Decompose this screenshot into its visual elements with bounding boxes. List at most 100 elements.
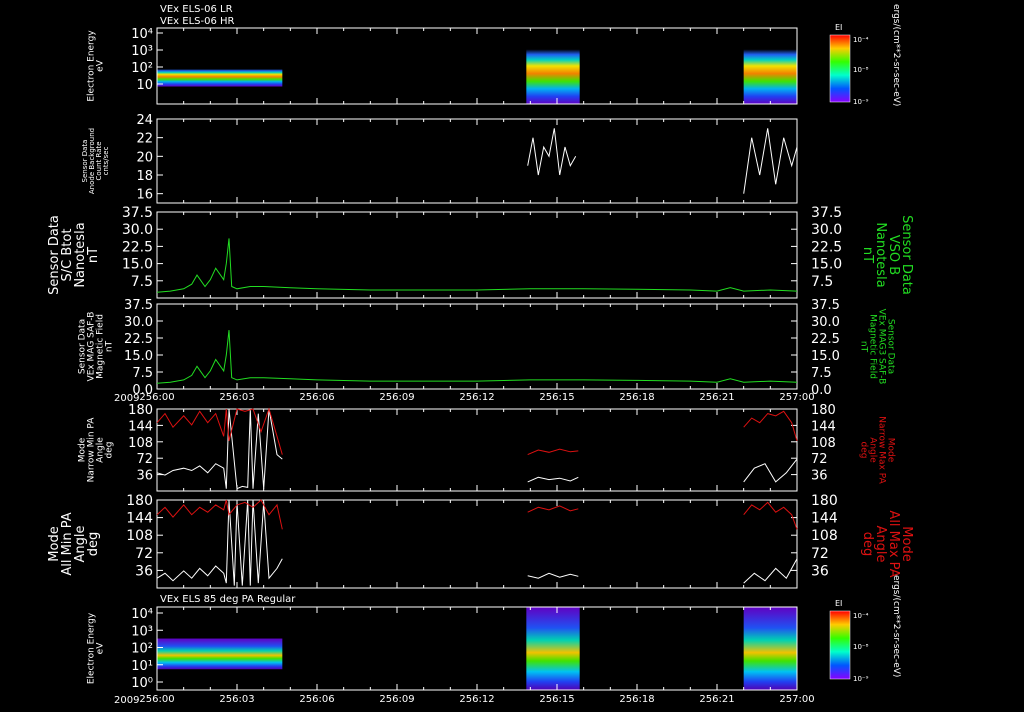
mag_field-ytick-label-right-4: 7.5 xyxy=(811,366,832,381)
time-tick-label-1-0: 256:00 xyxy=(139,694,174,705)
all_pa-ytick-label-left-2: 108 xyxy=(126,528,153,544)
all_pa-ytick-label-right-4: 36 xyxy=(811,563,829,579)
time-tick-label-0-6: 256:18 xyxy=(619,392,654,403)
narrow_pa-ytick-label-right-1: 144 xyxy=(811,419,836,434)
time-tick-label-1-1: 256:03 xyxy=(219,694,254,705)
mag_field-ytick-label-left-3: 15.0 xyxy=(124,349,153,364)
anode_bg-ytick-label-left-1: 22 xyxy=(136,132,153,147)
anode_bg-series-0-seg-0 xyxy=(527,128,577,176)
colorbar-bottom-tick-3: 10⁻⁹ xyxy=(853,675,869,683)
sc_btot-ylabel: Sensor DataS/C BtotNanoteslanT xyxy=(47,215,101,295)
all_pa-ytick-label-left-4: 36 xyxy=(135,563,153,579)
time-tick-label-0-5: 256:15 xyxy=(539,392,574,403)
anode_bg-ytick-label-left-3: 18 xyxy=(136,169,153,184)
mag_field-ytick-label-right-1: 30.0 xyxy=(811,315,840,330)
sc_btot-ylabel-right: Sensor DataVSO BNanoteslanT xyxy=(860,215,914,295)
narrow_pa-ytick-label-right-0: 180 xyxy=(811,403,836,418)
bottom-panel-title: VEx ELS 85 deg PA Regular xyxy=(160,594,296,605)
colorbar-top-unit: ergs/(cm**2-sr-sec-eV) xyxy=(891,4,901,106)
energy_bottom-spectrum-block-2 xyxy=(743,607,797,690)
mag_field-ytick-label-right-3: 15.0 xyxy=(811,349,840,364)
mag_field-ytick-label-left-0: 37.5 xyxy=(124,298,153,313)
all_pa-series-0-seg-1 xyxy=(527,572,579,579)
energy_bottom-ylabel-line-1: eV xyxy=(96,642,106,655)
energy_bottom-ytick-label-left-2: 10² xyxy=(131,642,153,657)
energy_top-ylabel-line-1: eV xyxy=(96,59,106,72)
all_pa-ytick-label-left-0: 180 xyxy=(126,493,153,509)
narrow_pa-series-0-seg-2 xyxy=(743,458,798,483)
time-tick-label-1-5: 256:15 xyxy=(539,694,574,705)
narrow_pa-series-0-seg-1 xyxy=(527,476,579,483)
colorbar-bottom-scale xyxy=(829,610,851,680)
sc_btot-ytick-label-right-2: 22.5 xyxy=(811,239,842,255)
sc_btot-ytick-label-right-1: 30.0 xyxy=(811,222,842,238)
sc_btot-ytick-label-left-2: 22.5 xyxy=(122,239,153,255)
all_pa-ylabel: ModeAll Min PAAngledeg xyxy=(47,512,101,575)
all_pa-ytick-label-left-3: 72 xyxy=(135,546,153,562)
sc_btot-series-0-seg-0 xyxy=(156,238,798,293)
mag_field-series-0-seg-0 xyxy=(156,330,798,384)
narrow_pa-series-1-seg-2 xyxy=(743,410,798,442)
time-tick-label-1-3: 256:09 xyxy=(379,694,414,705)
sc_btot-ylabel-right-line-3: nT xyxy=(860,247,875,263)
mag_field-ylabel-right-line-3: nT xyxy=(858,341,868,353)
year-label-mid: 2009 xyxy=(114,393,139,404)
energy_bottom-spectrum-block-1 xyxy=(526,607,580,690)
anode_bg-series-0-seg-1 xyxy=(743,128,798,194)
mag_field-ytick-label-right-0: 37.5 xyxy=(811,298,840,313)
sc_btot-ytick-label-left-4: 7.5 xyxy=(131,274,153,290)
narrow_pa-ytick-label-left-3: 72 xyxy=(136,452,153,467)
all_pa-ylabel-line-3: deg xyxy=(86,532,101,557)
all_pa-series-1-seg-2 xyxy=(743,501,798,530)
energy_top-spectrum-block-1 xyxy=(526,28,580,104)
time-tick-label-0-8: 257:00 xyxy=(779,392,814,403)
narrow_pa-ytick-label-left-4: 36 xyxy=(136,469,153,484)
energy_bottom-ylabel: Electron EnergyeV xyxy=(87,612,106,684)
mag_field-ylabel-line-3: nT xyxy=(105,340,115,352)
narrow_pa-series-1-seg-0 xyxy=(156,407,283,455)
time-tick-label-1-2: 256:06 xyxy=(299,694,334,705)
colorbar-bottom-tick-2: 10⁻⁸ xyxy=(853,643,869,651)
mag_field-ytick-label-left-4: 7.5 xyxy=(132,366,153,381)
anode_bg-ytick-label-left-2: 20 xyxy=(136,150,153,165)
all_pa-series-1-seg-1 xyxy=(527,505,579,513)
energy_top-ytick-label-left-1: 10³ xyxy=(131,44,153,59)
time-tick-label-1-8: 257:00 xyxy=(779,694,814,705)
narrow_pa-series-0-seg-0 xyxy=(156,408,283,490)
all_pa-ytick-label-right-3: 72 xyxy=(811,546,829,562)
time-tick-label-0-3: 256:09 xyxy=(379,392,414,403)
time-tick-label-0-1: 256:03 xyxy=(219,392,254,403)
energy_bottom-ytick-label-left-4: 10⁰ xyxy=(131,676,153,691)
energy_bottom-spectrum-block-0 xyxy=(157,638,283,670)
narrow_pa-ytick-label-right-2: 108 xyxy=(811,436,836,451)
time-tick-label-0-4: 256:12 xyxy=(459,392,494,403)
narrow_pa-ylabel-line-3: deg xyxy=(105,442,115,459)
plot-stage: VEx ELS-06 LR VEx ELS-06 HR VEx ELS 85 d… xyxy=(0,0,1024,708)
all_pa-ytick-label-left-1: 144 xyxy=(126,511,153,527)
colorbar-bottom-tick-1: 10⁻⁴ xyxy=(853,612,869,620)
anode_bg-ytick-label-left-0: 24 xyxy=(136,113,153,128)
sc_btot-ytick-label-left-3: 15.0 xyxy=(122,257,153,273)
all_pa-ylabel-right: ModeAll Max PAAngledeg xyxy=(860,510,914,577)
colorbar-bottom: EI 10⁻⁴ 10⁻⁸ 10⁻⁹ ergs/(cm**2-sr-sec-eV) xyxy=(829,575,901,683)
header-line-2: VEx ELS-06 HR xyxy=(160,16,235,27)
time-tick-label-0-7: 256:21 xyxy=(699,392,734,403)
header-line-1: VEx ELS-06 LR xyxy=(160,4,233,15)
narrow_pa-ytick-label-right-3: 72 xyxy=(811,452,828,467)
anode_bg-frame xyxy=(156,118,798,204)
colorbar-top: EI 10⁻⁴ 10⁻⁸ 10⁻⁹ ergs/(cm**2-sr-sec-eV) xyxy=(829,4,901,106)
mag_field-ylabel-right: Sensor DataVEx MAG3 SAF-BMagnetic Fieldn… xyxy=(858,309,895,385)
narrow_pa-ylabel-right-line-3: deg xyxy=(858,442,868,459)
plot-canvas: VEx ELS-06 LR VEx ELS-06 HR VEx ELS 85 d… xyxy=(47,4,914,706)
sc_btot-ylabel-line-3: nT xyxy=(86,247,101,263)
energy_top-ytick-label-left-2: 10² xyxy=(131,61,153,76)
anode_bg-ytick-label-left-4: 16 xyxy=(136,188,153,203)
colorbar-top-tick-2: 10⁻⁸ xyxy=(853,66,869,74)
anode_bg-ylabel: Sensor DataAnode BackgroundCount Ratecnt… xyxy=(81,128,110,194)
mag_field-ytick-label-right-2: 22.5 xyxy=(811,332,840,347)
colorbar-top-tick-3: 10⁻⁹ xyxy=(853,98,869,106)
sc_btot-ytick-label-right-3: 15.0 xyxy=(811,257,842,273)
mag_field-ylabel: Sensor DataVEx MAG SAF-BMagnetic FieldnT xyxy=(78,312,115,382)
colorbar-title-top: EI xyxy=(835,23,842,32)
anode_bg-ylabel-line-3: cnts/sec xyxy=(102,146,110,175)
